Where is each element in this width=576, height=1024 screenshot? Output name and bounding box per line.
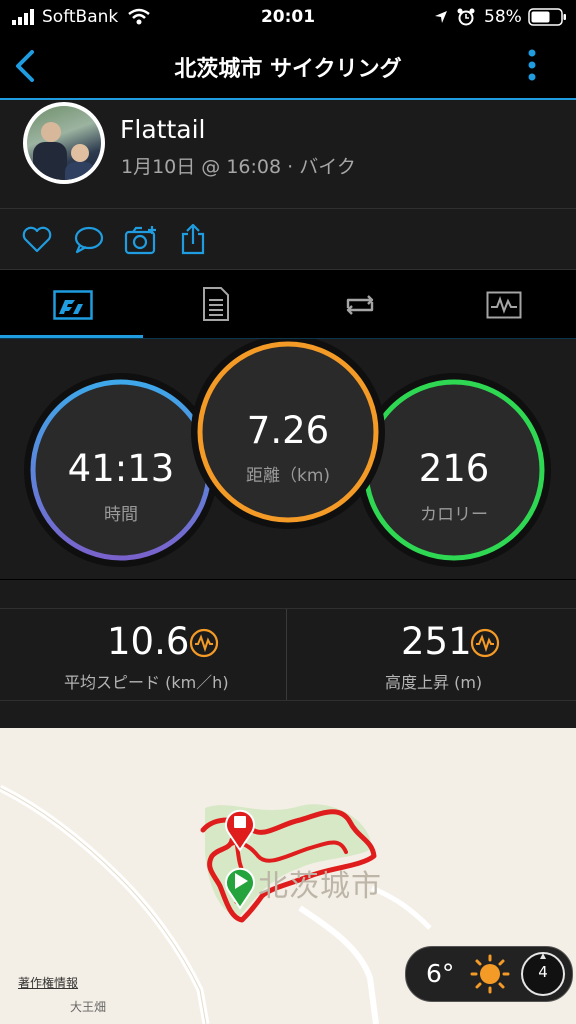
- like-heart-icon[interactable]: [22, 226, 52, 254]
- start-marker-icon[interactable]: [222, 864, 258, 910]
- avatar-photo: [27, 106, 101, 180]
- stats-divider: [286, 609, 287, 700]
- spacer: [0, 580, 576, 608]
- comment-icon[interactable]: [73, 225, 105, 255]
- battery-icon: [528, 8, 566, 26]
- activity-date: 1月10日 @ 16:08 · バイク: [121, 156, 356, 178]
- nav-bar: 北茨城市 サイクリング: [0, 34, 576, 100]
- sun-icon: [470, 954, 510, 994]
- time-label: 時間: [104, 505, 138, 525]
- map-credit-link[interactable]: 著作権情報: [18, 974, 78, 991]
- time-value: 41:13: [67, 447, 175, 490]
- elevation-gain-label: 高度上昇 (m): [385, 673, 483, 692]
- status-bar: SoftBank 20:01 58%: [0, 0, 576, 34]
- avg-speed-value: 10.6: [107, 620, 190, 663]
- elevation-chart-icon[interactable]: [470, 628, 500, 658]
- calories-value: 216: [418, 447, 490, 490]
- user-name[interactable]: Flattail: [120, 115, 205, 144]
- avg-speed-chart-icon[interactable]: [189, 628, 219, 658]
- add-photo-icon[interactable]: [124, 224, 160, 256]
- location-arrow-icon: [435, 11, 447, 23]
- map-road-label: 大王畑: [70, 1000, 107, 1014]
- tab-laps-icon[interactable]: [342, 292, 378, 318]
- alarm-icon: [457, 8, 475, 26]
- distance-label: 距離（km): [245, 466, 331, 486]
- calories-label: カロリー: [420, 505, 488, 525]
- finish-marker-icon[interactable]: [222, 806, 258, 852]
- more-menu-icon[interactable]: [526, 48, 538, 82]
- weather-widget[interactable]: 6° 4: [405, 946, 573, 1002]
- share-icon[interactable]: [180, 222, 206, 256]
- tab-stats-icon[interactable]: [53, 290, 93, 320]
- distance-value: 7.26: [246, 409, 330, 452]
- avg-speed-label: 平均スピード (km／h): [64, 673, 229, 692]
- elevation-gain-value: 251: [401, 620, 472, 663]
- page-title: 北茨城市 サイクリング: [174, 57, 402, 82]
- tab-details-icon[interactable]: [202, 286, 230, 322]
- map-place-label: 北茨城市: [258, 869, 382, 904]
- spacer: [0, 701, 576, 728]
- weather-temp: 6°: [426, 959, 455, 988]
- battery-percent: 58%: [484, 7, 522, 27]
- tab-charts-icon[interactable]: [486, 291, 522, 319]
- wind-speed: 4: [538, 963, 548, 981]
